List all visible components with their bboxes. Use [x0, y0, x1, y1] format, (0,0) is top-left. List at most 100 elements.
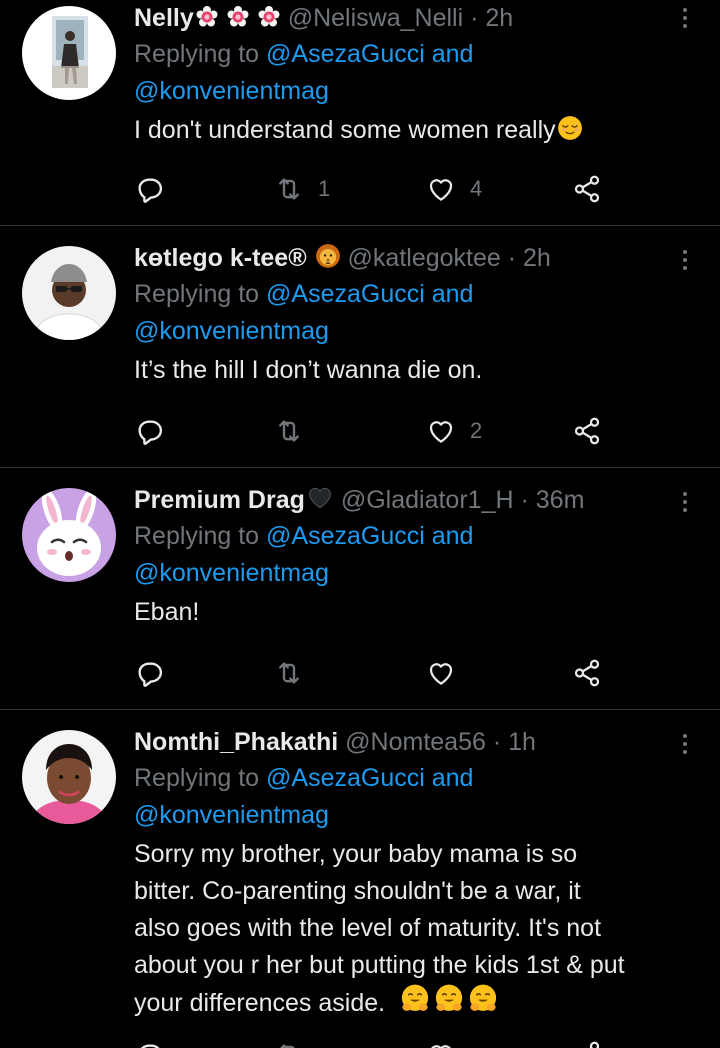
replying-to-and[interactable]: and [432, 40, 474, 68]
tweet-actions: 1 4 [134, 174, 614, 204]
timestamp[interactable]: 2h [523, 244, 551, 272]
reply-icon [134, 416, 164, 446]
reply-button[interactable] [134, 1040, 164, 1048]
retweet-button[interactable] [274, 658, 318, 688]
like-count: 4 [470, 176, 483, 201]
replying-to: Replying to @AsezaGucci and @konvenientm… [134, 276, 680, 350]
mention-link[interactable]: @AsezaGucci [266, 522, 425, 550]
replying-to-and[interactable]: and [432, 764, 474, 792]
relieved-face-emoji [557, 115, 583, 152]
share-button[interactable] [572, 658, 602, 688]
retweet-icon [274, 174, 304, 204]
like-button[interactable] [426, 1040, 456, 1048]
tweet-text: Sorry my brother, your baby mama is so b… [134, 836, 680, 1025]
tweet-header: Premium Drag @Gladiator1_H · 36m [134, 482, 680, 518]
hugging-face-emoji [434, 984, 464, 1025]
display-name[interactable]: Premium Drag [134, 486, 305, 514]
reply-button[interactable] [134, 174, 164, 204]
retweet-button[interactable]: 1 [274, 174, 330, 204]
display-name[interactable]: kɵtlego k-tee® [134, 244, 307, 272]
tweet-text: I don't understand some women really [134, 112, 680, 152]
timestamp[interactable]: 2h [485, 4, 513, 32]
separator-dot: · [507, 244, 517, 272]
heart-icon [426, 658, 456, 688]
avatar[interactable] [22, 730, 116, 824]
reply-button[interactable] [134, 416, 164, 446]
tweet-text-line: your differences aside. [134, 989, 386, 1017]
share-icon [572, 416, 602, 446]
user-handle[interactable]: @Neliswa_Nelli [288, 4, 463, 32]
mention-link[interactable]: @konvenientmag [134, 559, 329, 587]
tweet-text-content: I don't understand some women really [134, 116, 556, 144]
tweet-text-line: also goes with the level of maturity. It… [134, 914, 602, 942]
tweet-actions [134, 1040, 614, 1048]
replying-to-prefix: Replying to [134, 40, 260, 68]
retweet-button[interactable] [274, 416, 318, 446]
tweet-text-line: about you r her but putting the kids 1st… [134, 951, 625, 979]
user-handle[interactable]: @katlegoktee [348, 244, 501, 272]
separator-dot: · [520, 486, 529, 514]
avatar[interactable] [22, 488, 116, 582]
replying-to-and[interactable]: and [432, 280, 474, 308]
tweet-item[interactable]: kɵtlego k-tee® @katlegoktee · 2h Replyin… [0, 226, 720, 468]
flower-emoji [226, 3, 250, 39]
tweet-text: It’s the hill I don’t wanna die on. [134, 356, 483, 384]
reply-icon [134, 1040, 164, 1048]
tweet-item[interactable]: Nomthi_Phakathi @Nomtea56 · 1h Replying … [0, 710, 720, 1048]
heart-icon [426, 1040, 456, 1048]
share-button[interactable] [572, 416, 602, 446]
more-options-icon[interactable] [680, 8, 690, 34]
reply-icon [134, 174, 164, 204]
replying-to-and[interactable]: and [432, 522, 474, 550]
hugging-face-emoji [468, 984, 498, 1025]
mention-link[interactable]: @AsezaGucci [266, 280, 425, 308]
separator-dot: · [492, 728, 502, 756]
replying-to: Replying to @AsezaGucci and @konvenientm… [134, 36, 680, 110]
tweet-header: Nomthi_Phakathi @Nomtea56 · 1h [134, 724, 680, 760]
more-options-icon[interactable] [680, 250, 690, 276]
tweet-text-line: Sorry my brother, your baby mama is so [134, 840, 578, 868]
mention-link[interactable]: @konvenientmag [134, 801, 329, 829]
avatar[interactable] [22, 246, 116, 340]
user-handle[interactable]: @Gladiator1_H [341, 486, 514, 514]
flower-emoji [195, 3, 219, 39]
share-button[interactable] [572, 1040, 602, 1048]
timestamp[interactable]: 1h [508, 728, 536, 756]
share-button[interactable] [572, 174, 602, 204]
mention-link[interactable]: @konvenientmag [134, 317, 329, 345]
separator-dot: · [470, 4, 479, 32]
hugging-face-emoji [400, 984, 430, 1025]
replying-to-prefix: Replying to [134, 764, 260, 792]
share-icon [572, 1040, 602, 1048]
like-button[interactable]: 2 [426, 416, 482, 446]
tweet-item[interactable]: Premium Drag @Gladiator1_H · 36m Replyin… [0, 468, 720, 710]
replying-to-prefix: Replying to [134, 280, 260, 308]
like-count: 2 [470, 418, 483, 443]
timestamp[interactable]: 36m [536, 486, 585, 514]
mention-link[interactable]: @konvenientmag [134, 77, 329, 105]
retweet-icon [274, 416, 304, 446]
retweet-icon [274, 1040, 304, 1048]
more-options-icon[interactable] [680, 492, 690, 518]
mention-link[interactable]: @AsezaGucci [266, 764, 425, 792]
tweet-text-line: bitter. Co-parenting shouldn't be a war,… [134, 877, 581, 905]
reply-button[interactable] [134, 658, 164, 688]
share-icon [572, 658, 602, 688]
mention-link[interactable]: @AsezaGucci [266, 40, 425, 68]
lion-face-emoji [315, 243, 341, 279]
black-heart-emoji [306, 485, 334, 521]
like-button[interactable] [426, 658, 470, 688]
more-options-icon[interactable] [680, 734, 690, 760]
user-handle[interactable]: @Nomtea56 [345, 728, 486, 756]
tweet-item[interactable]: Nelly @Neliswa_Nelli · 2h Replying to @A… [0, 0, 720, 226]
tweet-header: Nelly @Neliswa_Nelli · 2h [134, 0, 680, 36]
heart-icon [426, 174, 456, 204]
like-button[interactable]: 4 [426, 174, 482, 204]
display-name[interactable]: Nomthi_Phakathi [134, 728, 338, 756]
display-name[interactable]: Nelly [134, 4, 194, 32]
retweet-count: 1 [318, 176, 331, 201]
retweet-button[interactable] [274, 1040, 304, 1048]
avatar[interactable] [22, 6, 116, 100]
tweet-actions: 2 [134, 416, 614, 446]
tweet-actions [134, 658, 614, 688]
